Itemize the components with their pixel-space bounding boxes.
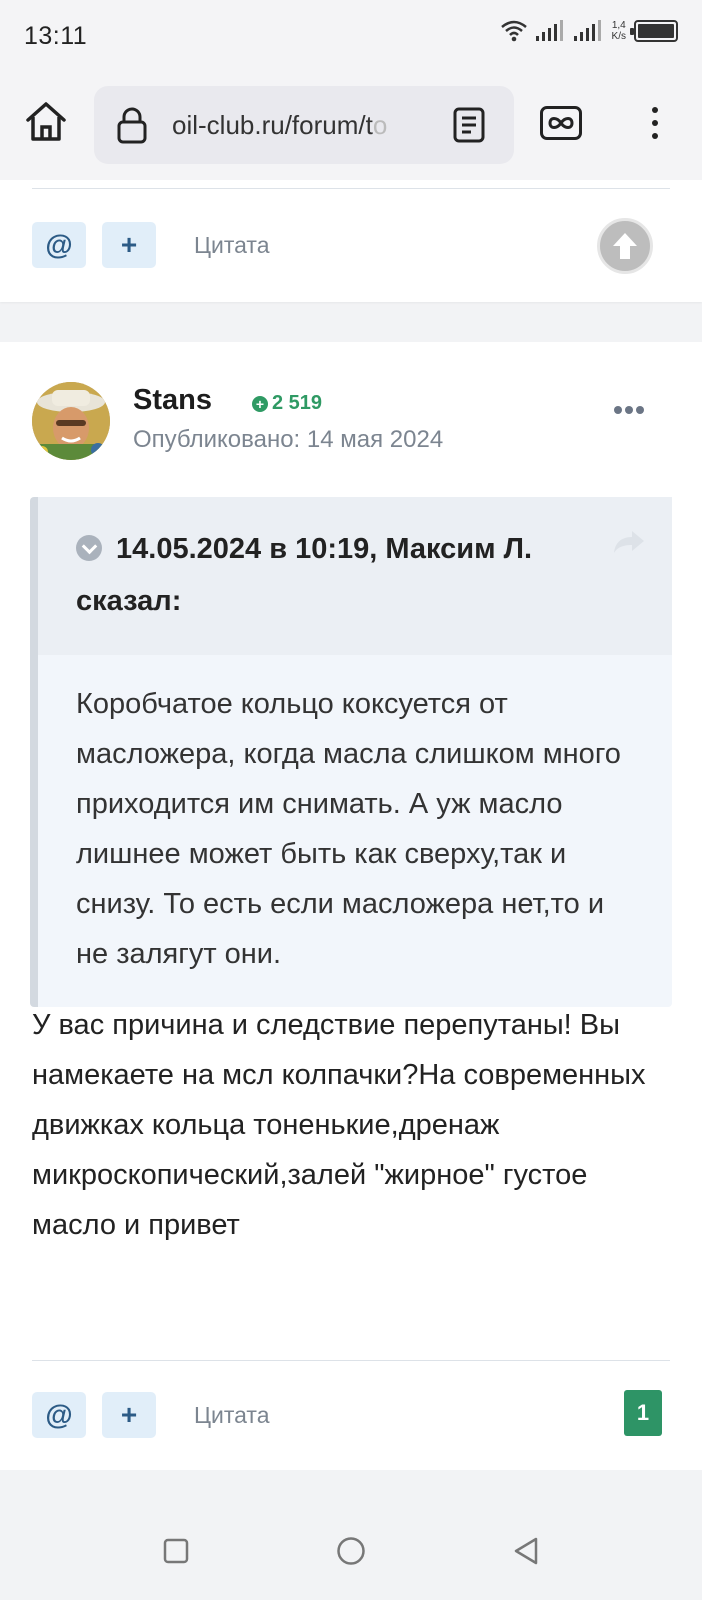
speed-unit: K/s <box>611 31 626 42</box>
previous-post-footer: @ + Цитата <box>0 180 702 302</box>
collapse-chevron-icon[interactable] <box>76 535 102 561</box>
wifi-icon <box>500 20 527 42</box>
speed-value: 1,4 <box>611 20 626 31</box>
user-photo <box>32 382 110 460</box>
infinity-icon <box>548 117 574 129</box>
reaction-count-badge[interactable]: 1 <box>624 1390 662 1436</box>
browser-toolbar: oil-club.ru/forum/to <box>0 72 702 180</box>
back-icon[interactable] <box>512 1536 540 1566</box>
plus-circle-icon: + <box>252 395 268 412</box>
blockquote: 14.05.2024 в 10:19, Максим Л. сказал: Ко… <box>30 497 672 1007</box>
signal-icon-2 <box>573 20 601 41</box>
post-body: У вас причина и следствие перепутаны! Вы… <box>32 1009 646 1241</box>
network-speed: 1,4 K/s <box>612 20 626 42</box>
more-options-icon[interactable] <box>614 406 644 414</box>
multiquote-button[interactable]: + <box>102 222 156 268</box>
home-icon[interactable] <box>22 98 70 146</box>
reader-mode-icon[interactable] <box>452 106 486 144</box>
url-fade: o <box>372 110 388 140</box>
url-text: oil-club.ru/forum/to <box>172 110 434 141</box>
share-arrow-icon[interactable] <box>612 529 646 555</box>
scroll-top-button[interactable] <box>597 218 653 274</box>
mention-button[interactable]: @ <box>32 222 86 268</box>
url-main: oil-club.ru/forum/t <box>172 110 373 140</box>
divider <box>32 188 670 189</box>
quote-text: Коробчатое кольцо коксуется от масложера… <box>76 688 621 970</box>
system-navigation-bar <box>0 1500 702 1600</box>
address-bar[interactable]: oil-club.ru/forum/to <box>94 86 514 164</box>
post-actions: @ + Цитата <box>32 1392 270 1438</box>
reputation-value: 2 519 <box>272 392 323 414</box>
status-time: 13:11 <box>24 22 88 50</box>
tabs-button[interactable] <box>540 106 582 140</box>
quote-header[interactable]: 14.05.2024 в 10:19, Максим Л. сказал: <box>38 497 672 655</box>
author-name[interactable]: Stans <box>133 384 212 417</box>
status-bar: 13:11 1,4 K/s <box>0 0 702 72</box>
multiquote-button[interactable]: + <box>102 1392 156 1438</box>
signal-icon <box>535 20 563 41</box>
post-actions: @ + Цитата <box>32 222 270 268</box>
status-icons: 1,4 K/s <box>500 20 678 42</box>
quote-link[interactable]: Цитата <box>194 1402 270 1429</box>
battery-icon <box>630 20 678 42</box>
divider <box>32 1360 670 1361</box>
forum-post: Stans + 2 519 Опубликовано: 14 мая 2024 … <box>0 342 702 1470</box>
published-date: Опубликовано: 14 мая 2024 <box>133 426 444 453</box>
home-circle-icon[interactable] <box>336 1536 366 1566</box>
menu-kebab-icon[interactable] <box>640 102 670 146</box>
lock-icon <box>117 107 147 144</box>
recent-apps-icon[interactable] <box>163 1538 189 1564</box>
avatar[interactable] <box>32 382 110 460</box>
arrow-up-icon <box>613 233 637 259</box>
mention-button[interactable]: @ <box>32 1392 86 1438</box>
quote-link[interactable]: Цитата <box>194 232 270 259</box>
quote-citation: 14.05.2024 в 10:19, Максим Л. сказал: <box>76 533 533 617</box>
reputation-badge: + 2 519 <box>252 392 322 415</box>
